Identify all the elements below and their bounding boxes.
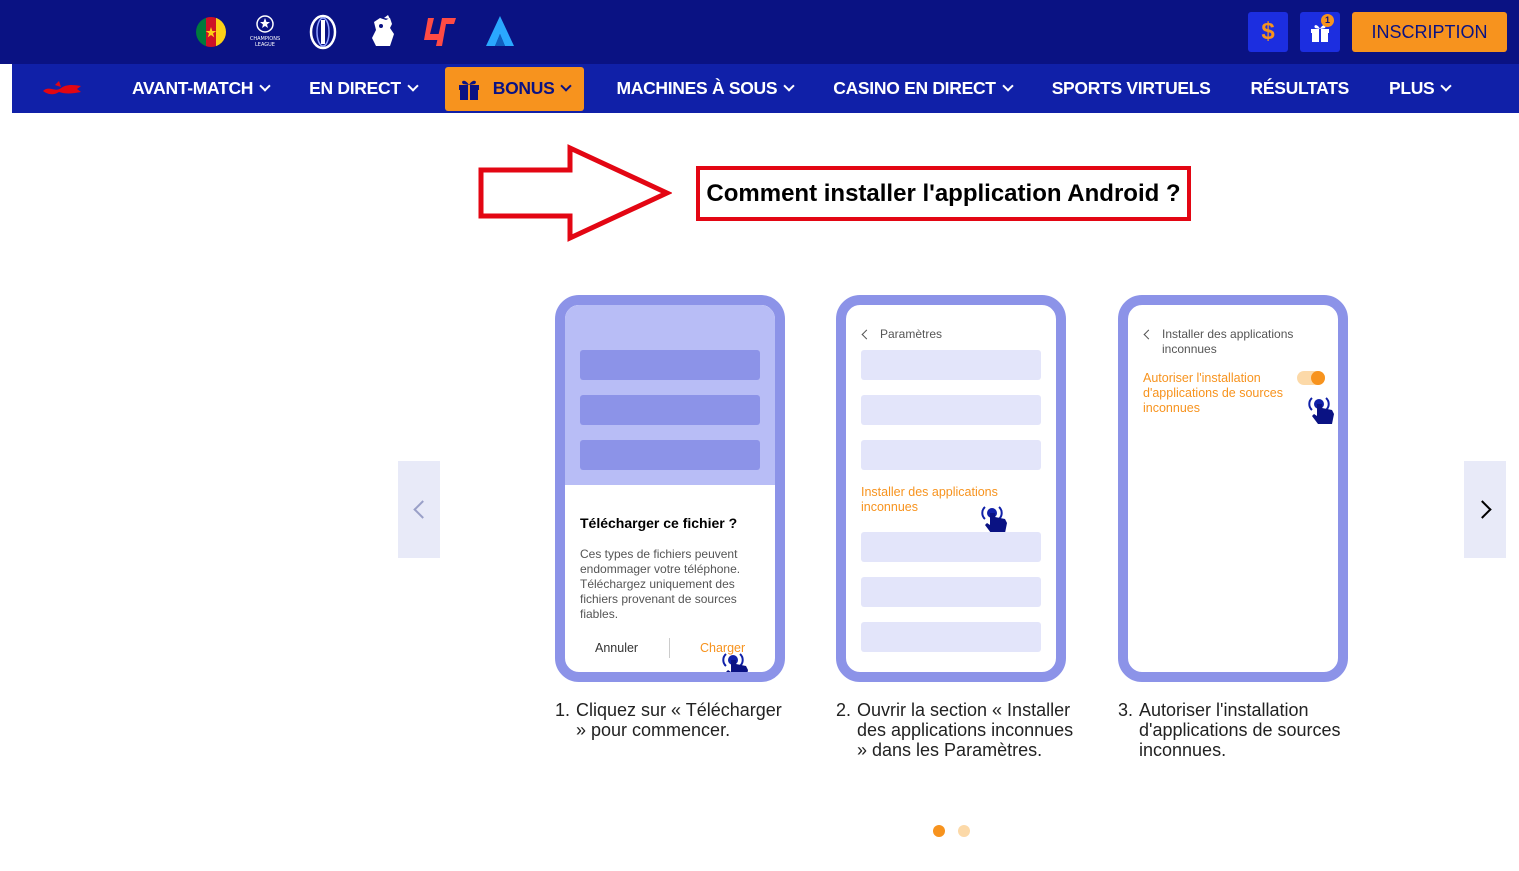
nav-virtual-sports-label: SPORTS VIRTUELS (1051, 78, 1211, 98)
allow-install-option: Autoriser l'installation d'applications … (1143, 371, 1283, 415)
balance-button[interactable]: $ (1248, 12, 1288, 52)
nav-more-label: PLUS (1388, 78, 1435, 98)
step-3-caption: 3. Autoriser l'installation d'application… (1118, 700, 1358, 760)
slider-next-button[interactable] (1464, 461, 1506, 558)
champions-league-icon[interactable]: CHAMPIONS LEAGUE (245, 12, 285, 52)
placeholder-bar (861, 532, 1041, 562)
dialog-cancel-button: Annuler (595, 641, 639, 655)
placeholder-bar (580, 350, 760, 380)
notification-badge: 1 (1321, 14, 1334, 27)
nav-prematch-label: AVANT-MATCH (132, 78, 254, 98)
nav-more[interactable]: PLUS (1369, 64, 1470, 113)
main-nav: AVANT-MATCH EN DIRECT BONUS MACHINES À S… (12, 64, 1519, 113)
phone-step-1: Télécharger ce fichier ? Ces types de fi… (555, 295, 785, 682)
divider (669, 638, 670, 658)
page-title: Comment installer l'application Android … (706, 179, 1181, 207)
chevron-down-icon (407, 80, 419, 92)
placeholder-bar (861, 440, 1041, 470)
unknown-apps-back: Installer des applications inconnues (1143, 327, 1323, 357)
unknown-apps-title: Installer des applications inconnues (1162, 327, 1294, 356)
europa-league-icon[interactable] (303, 12, 343, 52)
phone-step-3: Installer des applications inconnues Aut… (1118, 295, 1348, 682)
dollar-icon: $ (1261, 18, 1275, 45)
tap-hand-icon (981, 506, 1007, 533)
laliga-icon[interactable] (420, 12, 460, 52)
premier-league-icon[interactable] (362, 12, 402, 52)
serie-a-icon[interactable] (480, 12, 520, 52)
placeholder-bar (861, 577, 1041, 607)
nav-live[interactable]: EN DIRECT (289, 64, 437, 113)
chevron-down-icon (1440, 80, 1453, 92)
pagination-dot[interactable] (958, 825, 970, 837)
top-actions: $ 1 INSCRIPTION (1248, 12, 1507, 52)
step-number: 1. (555, 700, 571, 720)
svg-text:LEAGUE: LEAGUE (255, 42, 275, 48)
placeholder-bar (580, 440, 760, 470)
chevron-down-icon (1002, 80, 1014, 92)
step-text: Cliquez sur « Télécharger » pour commenc… (576, 700, 782, 740)
nav-live-casino-label: CASINO EN DIRECT (833, 78, 996, 98)
nav-bonus-label: BONUS (492, 78, 555, 98)
chevron-down-icon (783, 80, 795, 92)
arrow-right-icon (478, 144, 672, 242)
cameroon-flag-icon[interactable] (191, 12, 231, 52)
top-bar: CHAMPIONS LEAGUE $ 1 INSCRIPTION (0, 0, 1519, 64)
nav-live-casino[interactable]: CASINO EN DIRECT (813, 64, 1031, 113)
signup-button[interactable]: INSCRIPTION (1352, 12, 1507, 52)
pagination-dot-active[interactable] (933, 825, 945, 837)
chevron-down-icon (259, 80, 271, 92)
nav-slots[interactable]: MACHINES À SOUS (596, 64, 813, 113)
slider-prev-button[interactable] (398, 461, 440, 558)
nav-virtual-sports[interactable]: SPORTS VIRTUELS (1032, 64, 1231, 113)
settings-back: Paramètres (861, 327, 942, 342)
dialog-title: Télécharger ce fichier ? (580, 515, 738, 531)
step-text: Autoriser l'installation d'applications … (1139, 700, 1341, 760)
tap-hand-icon (722, 653, 748, 672)
nav-live-label: EN DIRECT (309, 78, 401, 98)
gift-icon (457, 78, 481, 100)
placeholder-bar (861, 622, 1041, 652)
nav-results-label: RÉSULTATS (1250, 78, 1350, 98)
allow-toggle (1297, 371, 1325, 385)
step-1-caption: 1. Cliquez sur « Télécharger » pour comme… (555, 700, 795, 740)
chevron-left-icon (861, 329, 872, 340)
placeholder-bar (861, 395, 1041, 425)
phone-step-2: Paramètres Installer des applications in… (836, 295, 1066, 682)
toggle-knob (1311, 371, 1325, 385)
step-2-caption: 2. Ouvrir la section « Installer des appl… (836, 700, 1076, 760)
dialog-body: Ces types de fichiers peuvent endommager… (580, 547, 741, 621)
site-logo[interactable] (12, 64, 112, 113)
title-box: Comment installer l'application Android … (696, 166, 1191, 221)
chevron-right-icon (1472, 500, 1492, 519)
chevron-down-icon (560, 80, 573, 92)
chevron-left-icon (412, 500, 432, 519)
placeholder-bar (861, 350, 1041, 380)
nav-results[interactable]: RÉSULTATS (1231, 64, 1369, 113)
chevron-left-icon (1143, 329, 1154, 340)
step-number: 3. (1118, 700, 1134, 720)
step-number: 2. (836, 700, 852, 720)
gift-button[interactable]: 1 (1300, 12, 1340, 52)
step-text: Ouvrir la section « Installer des applic… (857, 700, 1074, 760)
nav-prematch[interactable]: AVANT-MATCH (112, 64, 289, 113)
tap-hand-icon (1308, 397, 1334, 424)
settings-title: Paramètres (880, 327, 943, 341)
nav-bonus[interactable]: BONUS (444, 66, 585, 111)
nav-slots-label: MACHINES À SOUS (616, 78, 778, 98)
placeholder-bar (580, 395, 760, 425)
